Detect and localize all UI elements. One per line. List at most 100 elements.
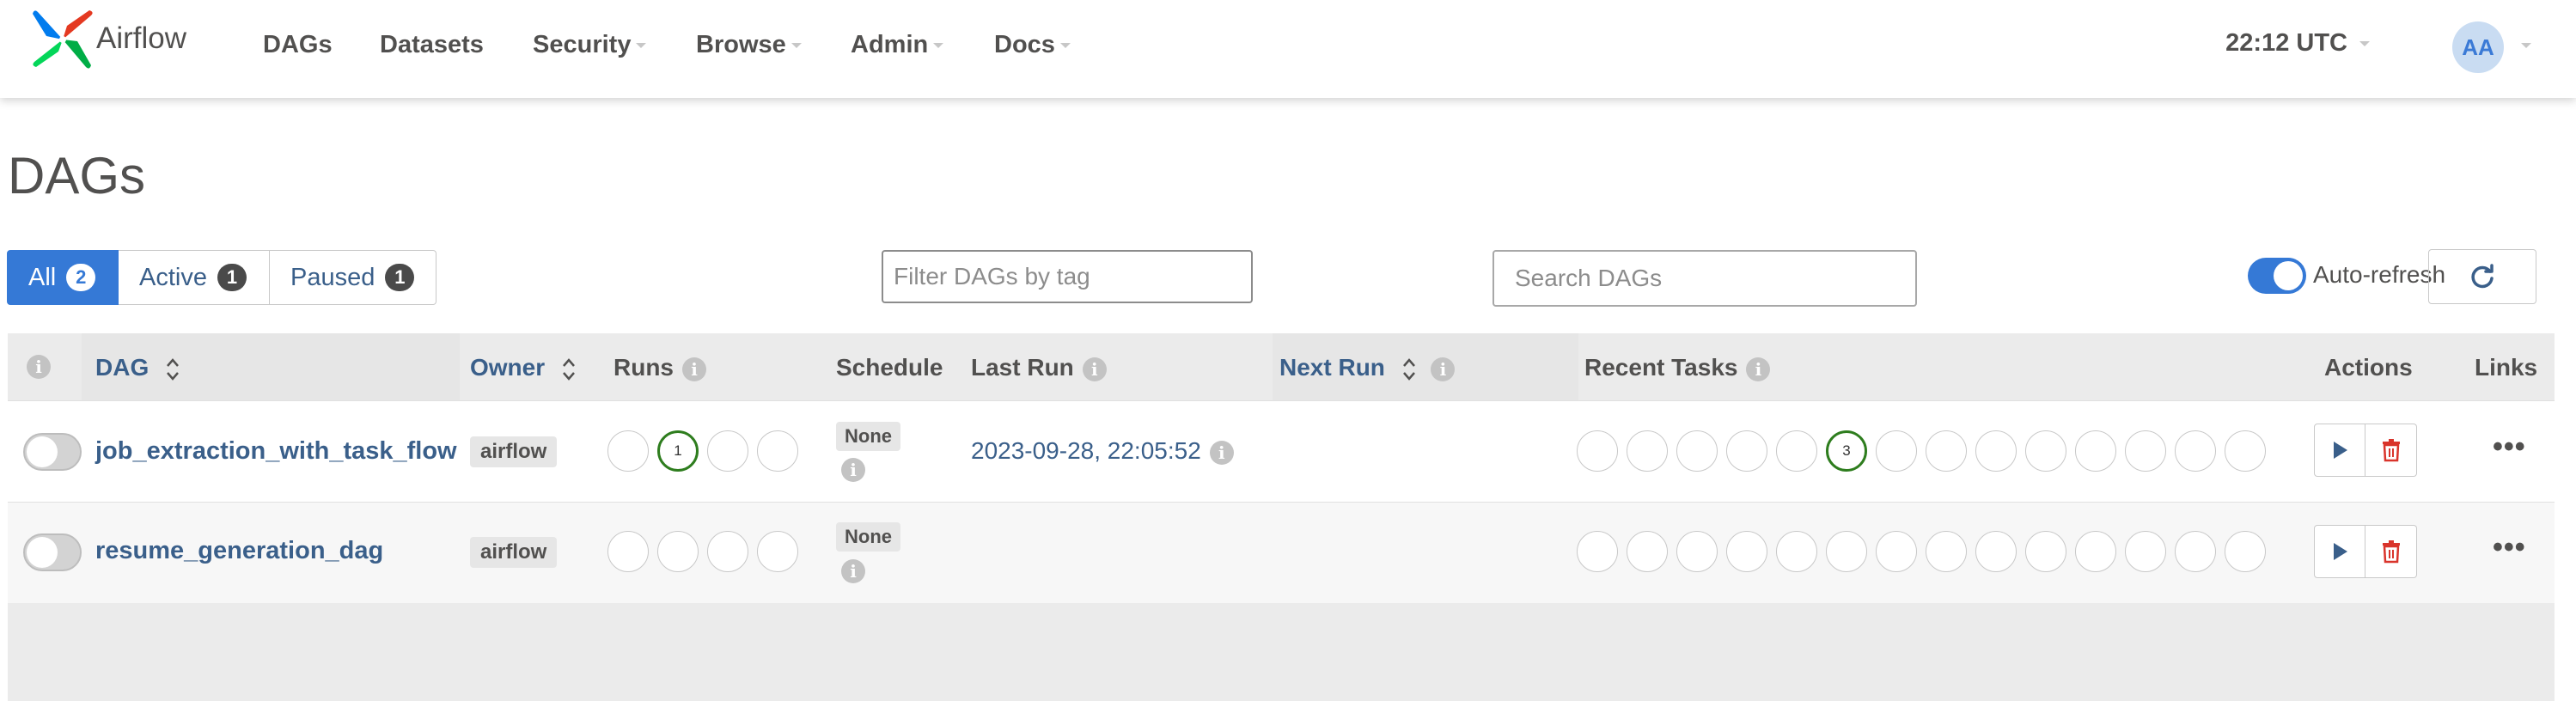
info-icon[interactable]: i <box>1082 357 1107 381</box>
task-state-circle[interactable] <box>1726 531 1767 572</box>
delete-dag-button[interactable] <box>2365 525 2417 578</box>
clock-dropdown[interactable]: 22:12 UTC <box>2225 29 2370 58</box>
task-state-circle[interactable] <box>1627 531 1668 572</box>
actions-group <box>2314 424 2417 477</box>
info-icon[interactable]: i <box>1431 357 1456 381</box>
table-header: i DAG Owner Runs i Schedule Last Run i Nex… <box>8 333 2555 400</box>
header-schedule: Schedule <box>836 354 943 381</box>
info-icon[interactable]: i <box>682 357 706 381</box>
info-icon[interactable]: i <box>1209 440 1234 465</box>
top-navbar: Airflow DAGs Datasets Security Browse Ad… <box>0 0 2576 98</box>
auto-refresh-toggle[interactable] <box>2248 258 2306 294</box>
nav-dags[interactable]: DAGs <box>263 31 333 59</box>
task-state-circle[interactable] <box>2125 531 2166 572</box>
run-state-circle[interactable] <box>757 531 798 572</box>
header-runs: Runs i <box>613 354 706 381</box>
task-state-circle[interactable] <box>1676 531 1718 572</box>
task-state-circle[interactable] <box>1826 531 1867 572</box>
task-state-circle[interactable] <box>2025 531 2066 572</box>
task-state-circle[interactable] <box>1676 430 1718 472</box>
task-state-circle[interactable] <box>2025 430 2066 472</box>
task-state-circle[interactable] <box>2225 531 2266 572</box>
task-state-circle[interactable] <box>1926 430 1967 472</box>
trash-icon <box>2382 540 2400 564</box>
more-links-button[interactable]: ••• <box>2493 531 2526 564</box>
task-state-circle[interactable] <box>1627 430 1668 472</box>
info-icon[interactable]: i <box>841 458 865 482</box>
count-badge: 2 <box>66 264 96 291</box>
dags-table: i DAG Owner Runs i Schedule Last Run i Nex… <box>8 333 2555 701</box>
header-dag[interactable]: DAG <box>95 354 180 382</box>
task-state-circle[interactable] <box>1776 531 1817 572</box>
filter-paused-button[interactable]: Paused 1 <box>270 250 436 305</box>
filter-all-button[interactable]: All 2 <box>7 250 119 305</box>
task-state-circle[interactable] <box>1926 531 1967 572</box>
toggle-knob <box>2274 261 2303 290</box>
table-row: job_extraction_with_task_flow airflow 1 … <box>8 400 2555 502</box>
chevron-down-icon <box>933 43 944 49</box>
nav-admin[interactable]: Admin <box>851 31 944 59</box>
chevron-down-icon <box>2359 41 2370 47</box>
pause-toggle[interactable] <box>23 533 82 571</box>
page-title: DAGs <box>8 147 146 204</box>
search-dags-input[interactable]: Search DAGs <box>1492 250 1917 307</box>
status-filter-tabs: All 2 Active 1 Paused 1 <box>7 250 436 307</box>
brand-name[interactable]: Airflow <box>96 21 186 56</box>
tag-filter-input[interactable]: Filter DAGs by tag <box>882 250 1253 303</box>
chevron-down-icon <box>636 43 647 49</box>
header-owner[interactable]: Owner <box>470 354 576 382</box>
run-state-circle[interactable] <box>707 531 748 572</box>
task-state-circle[interactable] <box>2075 531 2116 572</box>
task-state-circle[interactable] <box>1876 430 1917 472</box>
task-state-circle[interactable] <box>1577 430 1618 472</box>
actions-group <box>2314 525 2417 578</box>
trigger-dag-button[interactable] <box>2314 525 2365 578</box>
pause-toggle[interactable] <box>23 433 82 471</box>
task-state-circle[interactable] <box>2175 531 2216 572</box>
airflow-logo-icon[interactable] <box>31 7 95 72</box>
task-state-circle[interactable] <box>2225 430 2266 472</box>
trash-icon <box>2382 439 2400 462</box>
task-state-circle[interactable] <box>1726 430 1767 472</box>
run-state-circle[interactable] <box>607 531 649 572</box>
nav-docs[interactable]: Docs <box>994 31 1071 59</box>
nav-browse[interactable]: Browse <box>696 31 802 59</box>
run-state-circle[interactable] <box>657 531 699 572</box>
info-icon[interactable]: i <box>1746 357 1771 381</box>
nav-datasets[interactable]: Datasets <box>380 31 484 59</box>
more-links-button[interactable]: ••• <box>2493 430 2526 464</box>
nav-security[interactable]: Security <box>533 31 647 59</box>
task-state-circle[interactable] <box>2075 430 2116 472</box>
dag-id-link[interactable]: resume_generation_dag <box>95 537 383 565</box>
header-next-run[interactable]: Next Run i <box>1279 354 1456 382</box>
play-icon <box>2334 442 2347 459</box>
run-state-circle[interactable] <box>607 430 649 472</box>
table-row: resume_generation_dag airflow None i ••• <box>8 502 2555 603</box>
task-state-circle[interactable] <box>1975 430 2017 472</box>
delete-dag-button[interactable] <box>2365 424 2417 477</box>
sort-icon <box>562 357 575 381</box>
task-state-circle[interactable] <box>1876 531 1917 572</box>
task-state-circle[interactable] <box>1577 531 1618 572</box>
refresh-button[interactable] <box>2428 249 2536 304</box>
dag-id-link[interactable]: job_extraction_with_task_flow <box>95 437 457 466</box>
info-icon[interactable]: i <box>841 559 865 583</box>
owner-tag[interactable]: airflow <box>470 537 558 568</box>
info-icon[interactable]: i <box>27 355 51 379</box>
play-icon <box>2334 543 2347 560</box>
header-actions: Actions <box>2324 354 2413 381</box>
owner-tag[interactable]: airflow <box>470 436 558 467</box>
user-avatar[interactable]: AA <box>2452 21 2504 73</box>
run-state-circle[interactable] <box>757 430 798 472</box>
task-state-circle[interactable] <box>1776 430 1817 472</box>
chevron-down-icon[interactable] <box>2521 43 2531 48</box>
run-state-success-circle[interactable]: 1 <box>657 430 699 472</box>
last-run-link[interactable]: 2023-09-28, 22:05:52 i <box>971 437 1234 465</box>
run-state-circle[interactable] <box>707 430 748 472</box>
task-state-circle[interactable] <box>1975 531 2017 572</box>
task-state-success-circle[interactable]: 3 <box>1826 430 1867 472</box>
task-state-circle[interactable] <box>2125 430 2166 472</box>
task-state-circle[interactable] <box>2175 430 2216 472</box>
trigger-dag-button[interactable] <box>2314 424 2365 477</box>
filter-active-button[interactable]: Active 1 <box>119 250 270 305</box>
